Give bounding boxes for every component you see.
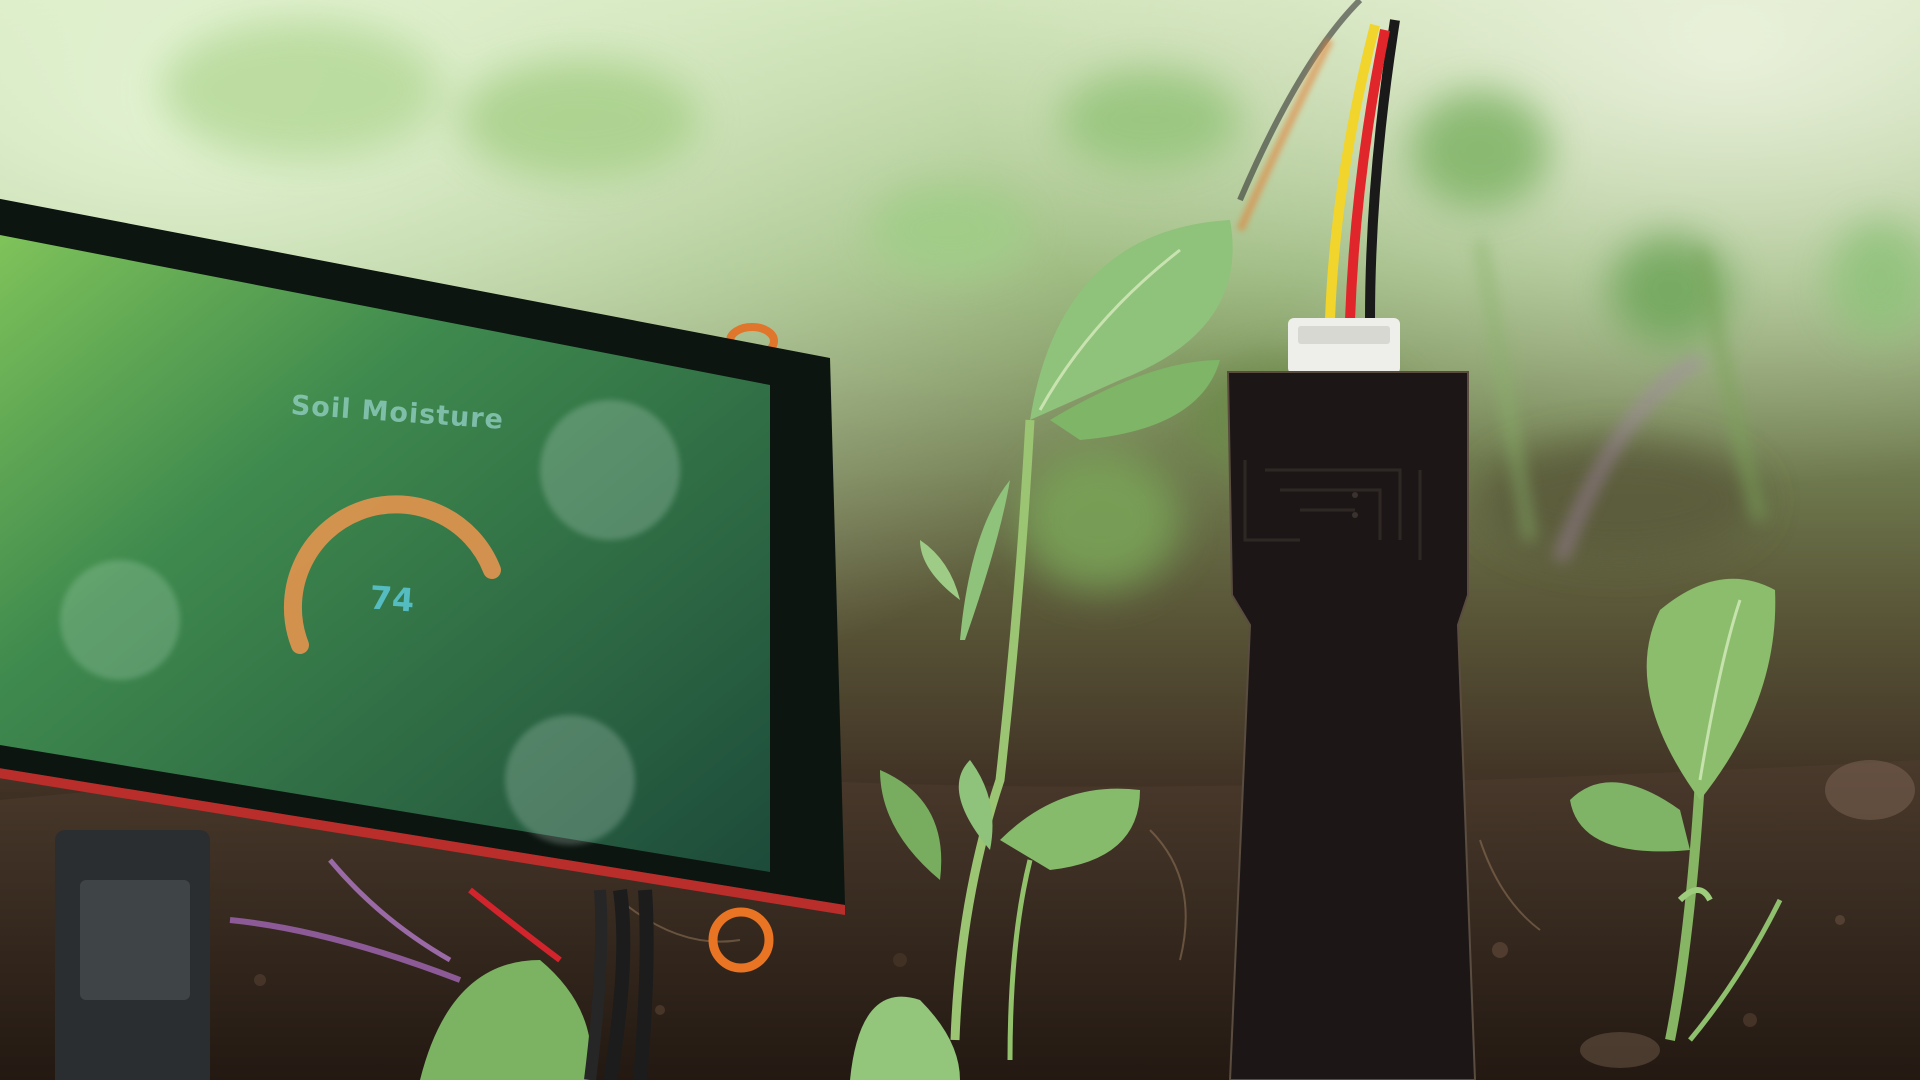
foreground-sensor	[55, 830, 210, 1080]
garden-scene: Soil Moisture 74	[0, 0, 1920, 1080]
moisture-value: 74	[368, 578, 416, 620]
scene-graphics	[0, 0, 1920, 1080]
